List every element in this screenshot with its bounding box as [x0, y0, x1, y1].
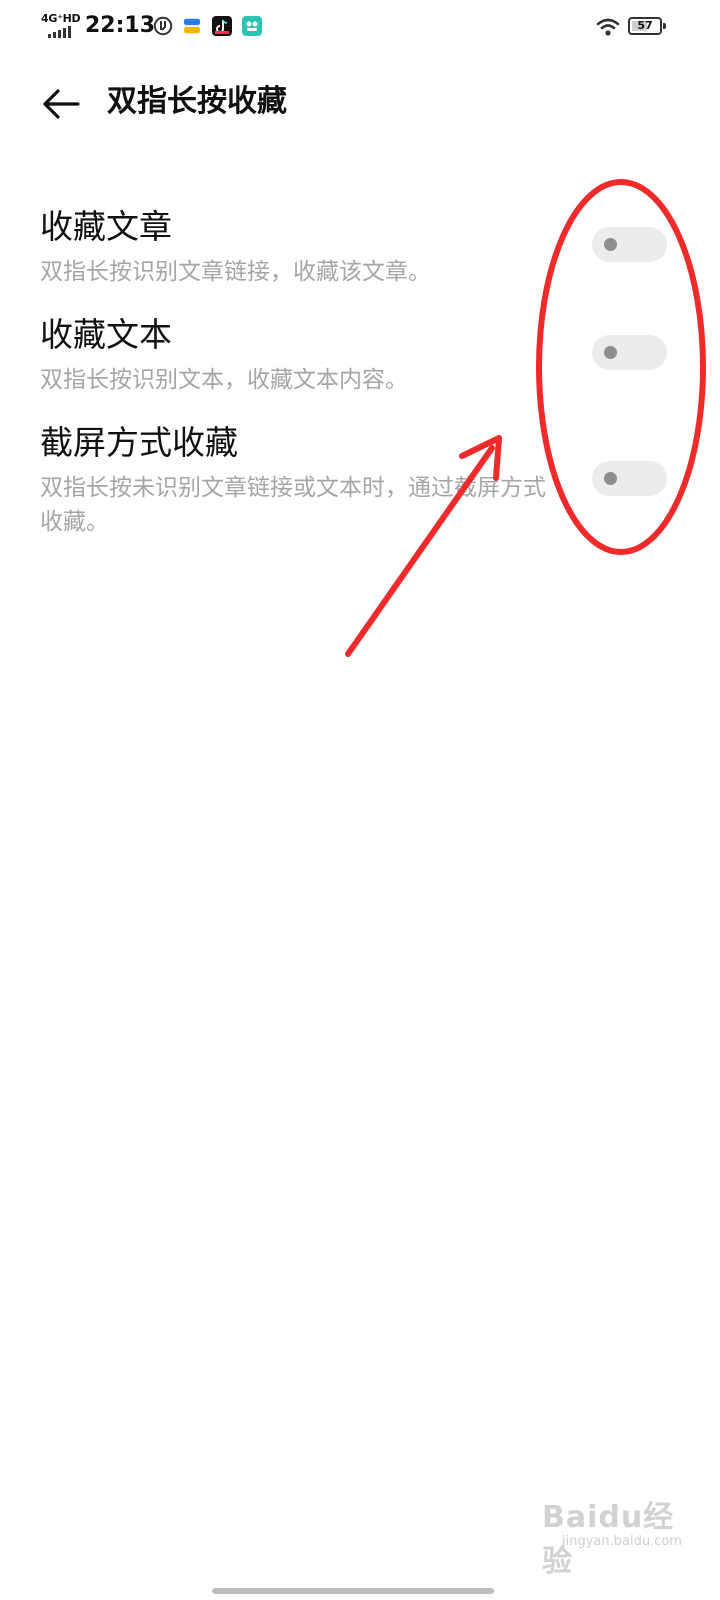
wifi-icon: [596, 18, 620, 36]
save-screenshot-toggle[interactable]: [592, 461, 667, 496]
setting-row-save-text[interactable]: 收藏文本 双指长按识别文本，收藏文本内容。: [0, 313, 720, 403]
back-button[interactable]: [36, 78, 88, 130]
toggle-knob: [604, 346, 617, 359]
vpn-icon: [153, 16, 173, 36]
tiktok-icon: [212, 16, 232, 36]
cellular-signal: 4G⁺HD: [40, 12, 81, 40]
baidu-watermark: Baidu经验 jingyan.baidu.com: [540, 1492, 700, 1579]
battery-level: 57: [637, 19, 653, 32]
battery-cap: [663, 23, 666, 29]
toggle-knob: [604, 472, 617, 485]
status-bar: 4G⁺HD 22:13 57: [0, 0, 720, 56]
game-app-icon: [242, 16, 262, 36]
signal-bars-icon: [48, 26, 71, 38]
setting-row-save-article[interactable]: 收藏文章 双指长按识别文章链接，收藏该文章。: [0, 205, 720, 295]
setting-title: 收藏文本: [40, 315, 172, 354]
setting-title: 收藏文章: [40, 207, 172, 246]
network-type-label: 4G⁺HD: [41, 12, 81, 25]
page-title: 双指长按收藏: [107, 84, 287, 119]
setting-title: 截屏方式收藏: [40, 423, 238, 462]
clock: 22:13: [85, 13, 156, 38]
kids-app-icon: [182, 17, 202, 35]
save-article-toggle[interactable]: [592, 227, 667, 262]
setting-description: 双指长按识别文本，收藏文本内容。: [40, 367, 408, 393]
toggle-knob: [604, 238, 617, 251]
setting-row-save-screenshot[interactable]: 截屏方式收藏 双指长按未识别文章链接或文本时，通过截屏方式收藏。: [0, 421, 720, 546]
battery-icon: 57: [628, 17, 666, 35]
back-arrow-icon: [43, 89, 80, 119]
home-indicator[interactable]: [212, 1588, 494, 1594]
setting-description: 双指长按识别文章链接，收藏该文章。: [40, 259, 431, 285]
watermark-url: jingyan.baidu.com: [562, 1534, 682, 1549]
setting-description: 双指长按未识别文章链接或文本时，通过截屏方式收藏。: [40, 475, 546, 535]
save-text-toggle[interactable]: [592, 335, 667, 370]
